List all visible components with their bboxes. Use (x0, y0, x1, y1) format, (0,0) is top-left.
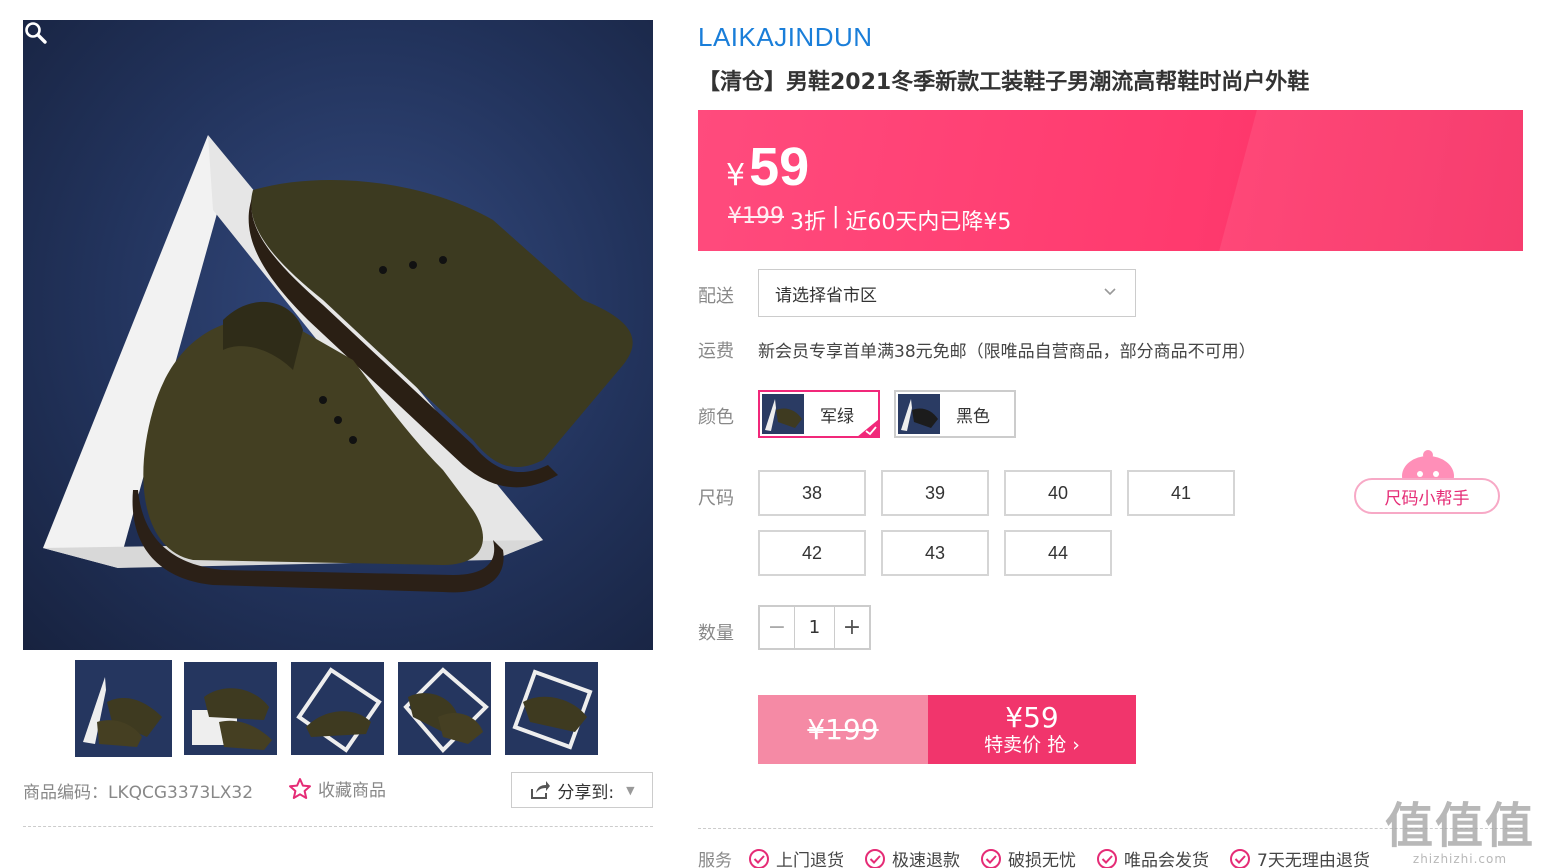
star-icon (289, 777, 311, 799)
share-dropdown[interactable]: 分享到: ▼ (511, 772, 653, 808)
thumbnail-strip (75, 660, 598, 757)
checkmark-corner-icon (858, 419, 878, 436)
size-option-42[interactable]: 42 (758, 530, 866, 576)
price-value: 59 (749, 137, 810, 197)
size-option-40[interactable]: 40 (1004, 470, 1112, 516)
check-circle-icon (981, 848, 1001, 868)
buy-cta: ¥59 特卖价 抢 › (928, 695, 1136, 764)
favorite-label: 收藏商品 (318, 781, 386, 801)
color-label: 颜色 (698, 407, 734, 428)
buy-button[interactable]: ¥199 ¥59 特卖价 抢 › (758, 695, 1136, 764)
thumbnail-3[interactable] (291, 662, 384, 755)
size-helper-button[interactable]: 尺码小帮手 (1354, 446, 1502, 516)
buy-original-price: ¥199 (758, 695, 928, 764)
chevron-down-icon (1104, 288, 1116, 296)
quantity-stepper: − 1 + (758, 605, 871, 650)
service-item-label: 极速退款 (892, 851, 960, 868)
currency-symbol: ¥ (726, 158, 746, 193)
color-option-label: 军绿 (820, 406, 854, 427)
service-item-label: 唯品会发货 (1124, 851, 1209, 868)
service-item: 7天无理由退货 (1229, 846, 1370, 868)
color-swatch-thumbnail (762, 394, 804, 434)
service-item: 极速退款 (864, 846, 960, 868)
services-label: 服务 (698, 851, 732, 868)
check-circle-icon (749, 848, 769, 868)
check-circle-icon (865, 848, 885, 868)
quantity-label: 数量 (698, 623, 734, 644)
favorite-button[interactable]: 收藏商品 (288, 776, 386, 801)
quantity-increase-button[interactable]: + (835, 607, 869, 648)
thumbnail-4[interactable] (398, 662, 491, 755)
product-title: 【清仓】男鞋2021冬季新款工装鞋子男潮流高帮鞋时尚户外鞋 (698, 70, 1310, 95)
watermark-url: zhizhizhi.com (1412, 852, 1508, 866)
service-item-label: 上门退货 (776, 851, 844, 868)
thumbnail-5[interactable] (505, 662, 598, 755)
freight-text: 新会员专享首单满38元免邮（限唯品自营商品，部分商品不可用） (758, 342, 1256, 362)
region-select[interactable]: 请选择省市区 (758, 269, 1136, 317)
service-guarantees: 服务 上门退货 极速退款 破损无忧 唯品会发货 7天无理由退货 (698, 846, 1390, 868)
service-item: 唯品会发货 (1096, 846, 1209, 868)
quantity-value[interactable]: 1 (794, 607, 835, 648)
size-option-39[interactable]: 39 (881, 470, 989, 516)
product-meta-row: 商品编码：LKQCG3373LX32 收藏商品 分享到: ▼ (23, 772, 653, 808)
size-option-38[interactable]: 38 (758, 470, 866, 516)
shipping-label: 配送 (698, 286, 734, 307)
thumbnail-1[interactable] (75, 660, 172, 757)
divider (23, 826, 653, 827)
zoom-icon[interactable] (23, 20, 49, 46)
watermark-logo: 值值值 (1384, 798, 1535, 854)
size-option-44[interactable]: 44 (1004, 530, 1112, 576)
price-drop-note: 近60天内已降¥5 (845, 210, 1012, 235)
check-circle-icon (1097, 848, 1117, 868)
main-product-image[interactable] (23, 20, 653, 650)
thumbnail-2[interactable] (184, 662, 277, 755)
service-item-label: 7天无理由退货 (1257, 851, 1370, 868)
banner-stripe (1219, 110, 1523, 251)
brand-link[interactable]: LAIKAJINDUN (698, 22, 873, 53)
buy-cta-label: 特卖价 抢 › (984, 733, 1080, 756)
sku-code: 商品编码：LKQCG3373LX32 (23, 783, 254, 803)
service-item-label: 破损无忧 (1008, 851, 1076, 868)
service-item: 上门退货 (748, 846, 844, 868)
check-circle-icon (1230, 848, 1250, 868)
share-icon (531, 781, 551, 799)
size-option-41[interactable]: 41 (1127, 470, 1235, 516)
color-option-label: 黑色 (956, 406, 990, 427)
share-label: 分享到: (557, 782, 615, 803)
color-option-black[interactable]: 黑色 (894, 390, 1016, 438)
shoe-illustration (43, 135, 633, 593)
quantity-decrease-button[interactable]: − (760, 607, 794, 648)
color-swatch-thumbnail (898, 394, 940, 434)
size-label: 尺码 (698, 488, 734, 509)
size-helper-label: 尺码小帮手 (1354, 478, 1500, 514)
buy-sale-price: ¥59 (1005, 700, 1059, 734)
region-select-value: 请选择省市区 (775, 285, 877, 306)
current-price: ¥ 59 (726, 136, 809, 198)
service-item: 破损无忧 (980, 846, 1076, 868)
freight-label: 运费 (698, 341, 734, 362)
price-details: ¥199 3折 | 近60天内已降¥5 (728, 204, 1011, 236)
original-price: ¥199 (728, 204, 784, 229)
color-option-army-green[interactable]: 军绿 (758, 390, 880, 438)
price-separator: | (832, 204, 840, 229)
size-option-43[interactable]: 43 (881, 530, 989, 576)
price-banner: ¥ 59 ¥199 3折 | 近60天内已降¥5 (698, 110, 1523, 251)
watermark: 值值值 zhizhizhi.com (1385, 800, 1535, 866)
caret-down-icon: ▼ (626, 783, 635, 797)
discount-rate: 3折 (790, 210, 826, 235)
product-page: 商品编码：LKQCG3373LX32 收藏商品 分享到: ▼ LAIKAJIND… (0, 0, 1547, 868)
